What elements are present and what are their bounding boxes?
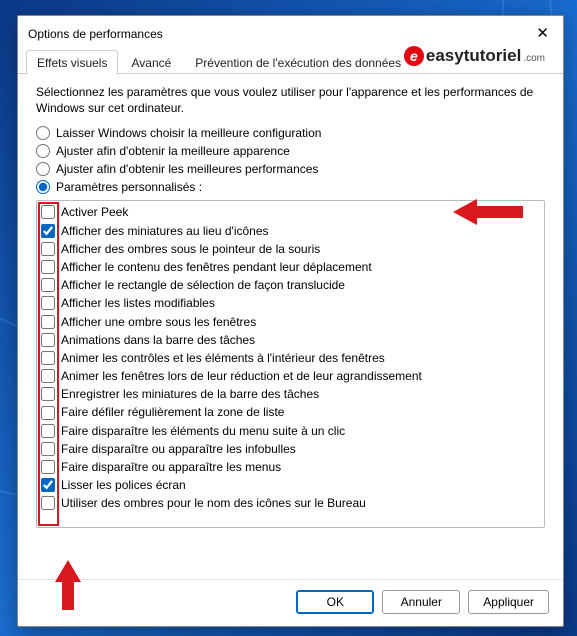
radio-label-1: Ajuster afin d'obtenir la meilleure appa… xyxy=(56,144,290,158)
option-label-12: Faire disparaître les éléments du menu s… xyxy=(61,423,345,439)
option-checkbox-8[interactable] xyxy=(41,351,55,365)
option-label-10: Enregistrer les miniatures de la barre d… xyxy=(61,386,319,402)
close-icon[interactable]: ✕ xyxy=(532,24,553,43)
tab-strip: Effets visuelsAvancéPrévention de l'exéc… xyxy=(18,49,563,74)
option-label-14: Faire disparaître ou apparaître les menu… xyxy=(61,459,281,475)
title-bar: Options de performances ✕ xyxy=(18,16,563,49)
ok-button[interactable]: OK xyxy=(296,590,374,614)
option-label-15: Lisser les polices écran xyxy=(61,477,186,493)
option-checkbox-11[interactable] xyxy=(41,406,55,420)
tab-content-visual-effects: Sélectionnez les paramètres que vous vou… xyxy=(18,74,563,579)
option-row-12[interactable]: Faire disparaître les éléments du menu s… xyxy=(41,422,540,440)
tab-0[interactable]: Effets visuels xyxy=(26,50,118,74)
apply-button[interactable]: Appliquer xyxy=(468,590,549,614)
option-checkbox-7[interactable] xyxy=(41,333,55,347)
option-checkbox-9[interactable] xyxy=(41,369,55,383)
option-label-1: Afficher des miniatures au lieu d'icônes xyxy=(61,223,269,239)
dialog-buttons: OK Annuler Appliquer xyxy=(18,579,563,626)
option-row-9[interactable]: Animer les fenêtres lors de leur réducti… xyxy=(41,367,540,385)
option-label-6: Afficher une ombre sous les fenêtres xyxy=(61,314,256,330)
radio-option-1[interactable]: Ajuster afin d'obtenir la meilleure appa… xyxy=(36,144,545,158)
radio-option-3[interactable]: Paramètres personnalisés : xyxy=(36,180,545,194)
radio-label-3: Paramètres personnalisés : xyxy=(56,180,202,194)
radio-input-1[interactable] xyxy=(36,144,50,158)
option-checkbox-14[interactable] xyxy=(41,460,55,474)
cancel-button[interactable]: Annuler xyxy=(382,590,460,614)
option-checkbox-5[interactable] xyxy=(41,296,55,310)
radio-option-0[interactable]: Laisser Windows choisir la meilleure con… xyxy=(36,126,545,140)
option-row-8[interactable]: Animer les contrôles et les éléments à l… xyxy=(41,349,540,367)
option-label-3: Afficher le contenu des fenêtres pendant… xyxy=(61,259,372,275)
option-row-0[interactable]: Activer Peek xyxy=(41,203,540,221)
option-row-13[interactable]: Faire disparaître ou apparaître les info… xyxy=(41,440,540,458)
option-label-7: Animations dans la barre des tâches xyxy=(61,332,255,348)
option-row-2[interactable]: Afficher des ombres sous le pointeur de … xyxy=(41,240,540,258)
option-row-14[interactable]: Faire disparaître ou apparaître les menu… xyxy=(41,458,540,476)
option-row-1[interactable]: Afficher des miniatures au lieu d'icônes xyxy=(41,222,540,240)
radio-input-0[interactable] xyxy=(36,126,50,140)
radio-option-2[interactable]: Ajuster afin d'obtenir les meilleures pe… xyxy=(36,162,545,176)
option-label-11: Faire défiler régulièrement la zone de l… xyxy=(61,404,284,420)
option-label-8: Animer les contrôles et les éléments à l… xyxy=(61,350,385,366)
option-checkbox-16[interactable] xyxy=(41,496,55,510)
option-row-15[interactable]: Lisser les polices écran xyxy=(41,476,540,494)
option-label-13: Faire disparaître ou apparaître les info… xyxy=(61,441,296,457)
option-checkbox-10[interactable] xyxy=(41,387,55,401)
option-row-16[interactable]: Utiliser des ombres pour le nom des icôn… xyxy=(41,494,540,512)
performance-options-dialog: Options de performances ✕ e easytutoriel… xyxy=(17,15,564,627)
option-checkbox-4[interactable] xyxy=(41,278,55,292)
option-checkbox-12[interactable] xyxy=(41,424,55,438)
radio-input-2[interactable] xyxy=(36,162,50,176)
option-label-4: Afficher le rectangle de sélection de fa… xyxy=(61,277,345,293)
option-label-2: Afficher des ombres sous le pointeur de … xyxy=(61,241,320,257)
tab-1[interactable]: Avancé xyxy=(120,50,182,74)
option-checkbox-1[interactable] xyxy=(41,224,55,238)
option-checkbox-3[interactable] xyxy=(41,260,55,274)
option-label-5: Afficher les listes modifiables xyxy=(61,295,215,311)
option-row-11[interactable]: Faire défiler régulièrement la zone de l… xyxy=(41,403,540,421)
radio-group: Laisser Windows choisir la meilleure con… xyxy=(36,126,545,194)
option-row-7[interactable]: Animations dans la barre des tâches xyxy=(41,331,540,349)
option-checkbox-0[interactable] xyxy=(41,205,55,219)
option-row-5[interactable]: Afficher les listes modifiables xyxy=(41,294,540,312)
option-checkbox-6[interactable] xyxy=(41,315,55,329)
tab-2[interactable]: Prévention de l'exécution des données xyxy=(184,50,412,74)
option-label-16: Utiliser des ombres pour le nom des icôn… xyxy=(61,495,366,511)
option-checkbox-15[interactable] xyxy=(41,478,55,492)
visual-effects-list[interactable]: Activer Peek Afficher des miniatures au l… xyxy=(36,200,545,528)
option-row-10[interactable]: Enregistrer les miniatures de la barre d… xyxy=(41,385,540,403)
option-row-6[interactable]: Afficher une ombre sous les fenêtres xyxy=(41,313,540,331)
radio-label-0: Laisser Windows choisir la meilleure con… xyxy=(56,126,321,140)
option-label-9: Animer les fenêtres lors de leur réducti… xyxy=(61,368,422,384)
dialog-title: Options de performances xyxy=(28,27,532,41)
radio-input-3[interactable] xyxy=(36,180,50,194)
option-row-4[interactable]: Afficher le rectangle de sélection de fa… xyxy=(41,276,540,294)
option-row-3[interactable]: Afficher le contenu des fenêtres pendant… xyxy=(41,258,540,276)
radio-label-2: Ajuster afin d'obtenir les meilleures pe… xyxy=(56,162,318,176)
option-label-0: Activer Peek xyxy=(61,204,128,220)
option-checkbox-2[interactable] xyxy=(41,242,55,256)
intro-text: Sélectionnez les paramètres que vous vou… xyxy=(36,84,545,116)
option-checkbox-13[interactable] xyxy=(41,442,55,456)
